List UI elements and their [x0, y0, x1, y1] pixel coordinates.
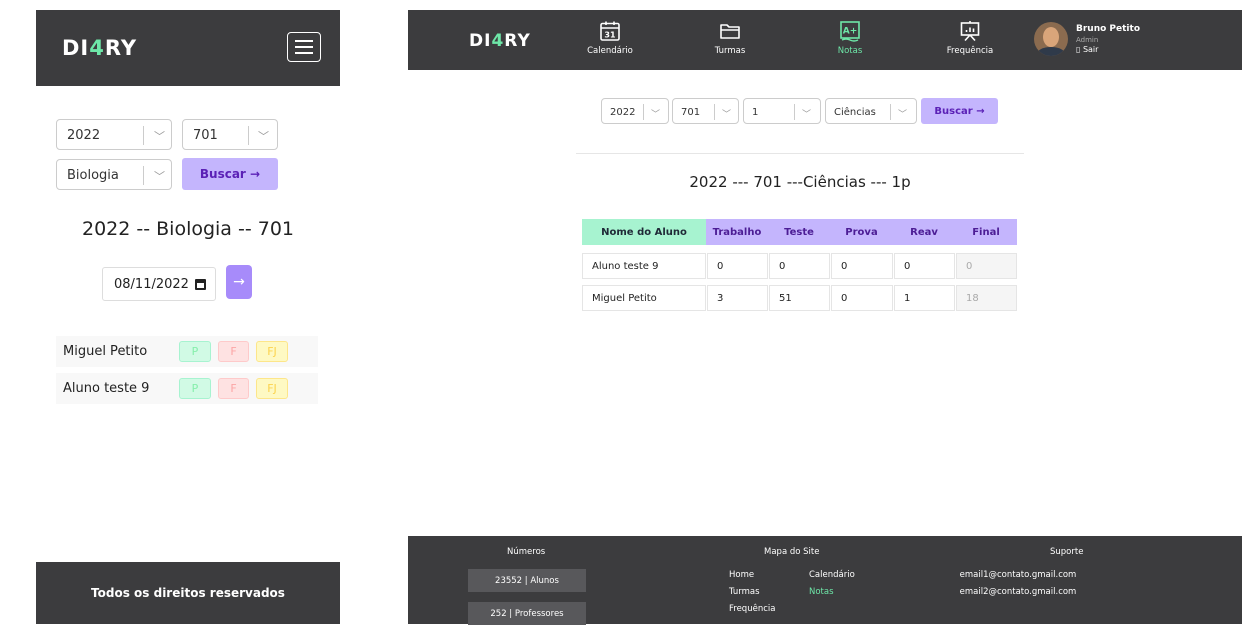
search-button[interactable]: Buscar → — [182, 158, 278, 190]
subject-select[interactable]: Ciências ﹀ — [825, 98, 917, 124]
grade-input-prova[interactable]: 0 — [831, 285, 893, 311]
justified-absence-button[interactable]: FJ — [256, 341, 288, 362]
header-nome-do-aluno: Nome do Aluno — [582, 219, 706, 245]
chevron-down-icon: ﹀ — [722, 110, 732, 120]
desktop-footer: Números 23552 | Alunos 252 | Professores… — [408, 536, 1242, 625]
footer-link-turmas[interactable]: Turmas — [729, 587, 760, 597]
avatar[interactable] — [1034, 22, 1068, 56]
page-title: 2022 -- Biologia -- 701 — [81, 218, 295, 240]
absent-button[interactable]: F — [218, 378, 249, 399]
search-button[interactable]: Buscar → — [921, 98, 998, 124]
footer-link-home[interactable]: Home — [729, 570, 754, 580]
grade-input-reav[interactable]: 1 — [894, 285, 955, 311]
teachers-count: 252 | Professores — [468, 602, 586, 625]
submit-date-button[interactable]: → — [226, 265, 252, 299]
date-input[interactable]: 08/11/2022 — [102, 267, 216, 301]
logo[interactable]: DI4RY — [62, 36, 137, 60]
support-email-1[interactable]: email1@contato.gmail.com — [918, 570, 1118, 580]
header-final: Final — [955, 219, 1017, 245]
grade-input-trabalho[interactable]: 3 — [707, 285, 768, 311]
presentation-chart-icon — [960, 21, 980, 42]
chevron-down-icon: ﹀ — [154, 130, 165, 143]
grade-input-teste[interactable]: 51 — [769, 285, 830, 311]
page-title: 2022 --- 701 ---Ciências --- 1p — [689, 173, 911, 191]
folder-icon — [720, 24, 740, 39]
student-name: Miguel Petito — [582, 285, 706, 311]
logout-link[interactable]: ▯ Sair — [1076, 45, 1098, 54]
period-select[interactable]: 1 ﹀ — [743, 98, 821, 124]
user-role: Admin — [1076, 36, 1099, 44]
absent-button[interactable]: F — [218, 341, 249, 362]
justified-absence-button[interactable]: FJ — [256, 378, 288, 399]
grade-input-prova[interactable]: 0 — [831, 253, 893, 279]
desktop-view: DI4RY 31 Calendário Turmas A+ Notas Freq… — [408, 10, 1242, 625]
chevron-down-icon: ﹀ — [154, 170, 165, 183]
year-select[interactable]: 2022 ﹀ — [601, 98, 669, 124]
subject-select[interactable]: Biologia ﹀ — [56, 159, 172, 190]
footer-support-heading: Suporte — [1050, 547, 1084, 557]
header-trabalho: Trabalho — [706, 219, 768, 245]
attendance-row: Miguel Petito P F FJ — [56, 336, 318, 367]
present-button[interactable]: P — [179, 378, 211, 399]
final-grade: 18 — [956, 285, 1017, 311]
grade-input-trabalho[interactable]: 0 — [707, 253, 768, 279]
svg-text:31: 31 — [604, 31, 616, 40]
chevron-down-icon: ﹀ — [258, 130, 269, 143]
students-count: 23552 | Alunos — [468, 569, 586, 592]
chevron-down-icon: ﹀ — [651, 110, 661, 120]
final-grade: 0 — [956, 253, 1017, 279]
present-button[interactable]: P — [179, 341, 211, 362]
calendar-icon[interactable] — [195, 279, 206, 290]
hamburger-menu-icon[interactable] — [287, 32, 321, 62]
mobile-view: DI4RY 2022 ﹀ 701 ﹀ Biologia ﹀ Buscar → 2… — [36, 10, 340, 624]
mobile-footer: Todos os direitos reservados — [36, 562, 340, 624]
header-reav: Reav — [893, 219, 955, 245]
footer-numbers-heading: Números — [507, 547, 546, 557]
mobile-header: DI4RY — [36, 10, 340, 86]
grade-input-teste[interactable]: 0 — [769, 253, 830, 279]
student-name: Aluno teste 9 — [582, 253, 706, 279]
header-teste: Teste — [768, 219, 830, 245]
divider — [576, 153, 1024, 154]
nav-calendario[interactable]: 31 Calendário — [570, 20, 650, 56]
nav-notas[interactable]: A+ Notas — [810, 20, 890, 56]
support-email-2[interactable]: email2@contato.gmail.com — [918, 587, 1118, 597]
year-select[interactable]: 2022 ﹀ — [56, 119, 172, 150]
class-select[interactable]: 701 ﹀ — [182, 119, 278, 150]
attendance-row: Aluno teste 9 P F FJ — [56, 373, 318, 404]
grades-icon: A+ — [840, 21, 860, 42]
footer-link-frequencia[interactable]: Frequência — [729, 604, 775, 614]
nav-frequencia[interactable]: Frequência — [930, 20, 1010, 56]
calendar-icon: 31 — [600, 21, 620, 41]
class-select[interactable]: 701 ﹀ — [672, 98, 739, 124]
footer-link-calendario[interactable]: Calendário — [809, 570, 855, 580]
svg-text:A+: A+ — [843, 27, 858, 37]
header-prova: Prova — [830, 219, 893, 245]
user-name: Bruno Petito — [1076, 24, 1141, 34]
chevron-down-icon: ﹀ — [898, 110, 908, 120]
logo[interactable]: DI4RY — [469, 31, 531, 51]
grade-input-reav[interactable]: 0 — [894, 253, 955, 279]
desktop-header: DI4RY 31 Calendário Turmas A+ Notas Freq… — [408, 10, 1242, 70]
chevron-down-icon: ﹀ — [802, 110, 812, 120]
nav-turmas[interactable]: Turmas — [690, 20, 770, 56]
footer-sitemap-heading: Mapa do Site — [764, 547, 820, 557]
footer-link-notas[interactable]: Notas — [809, 587, 834, 597]
